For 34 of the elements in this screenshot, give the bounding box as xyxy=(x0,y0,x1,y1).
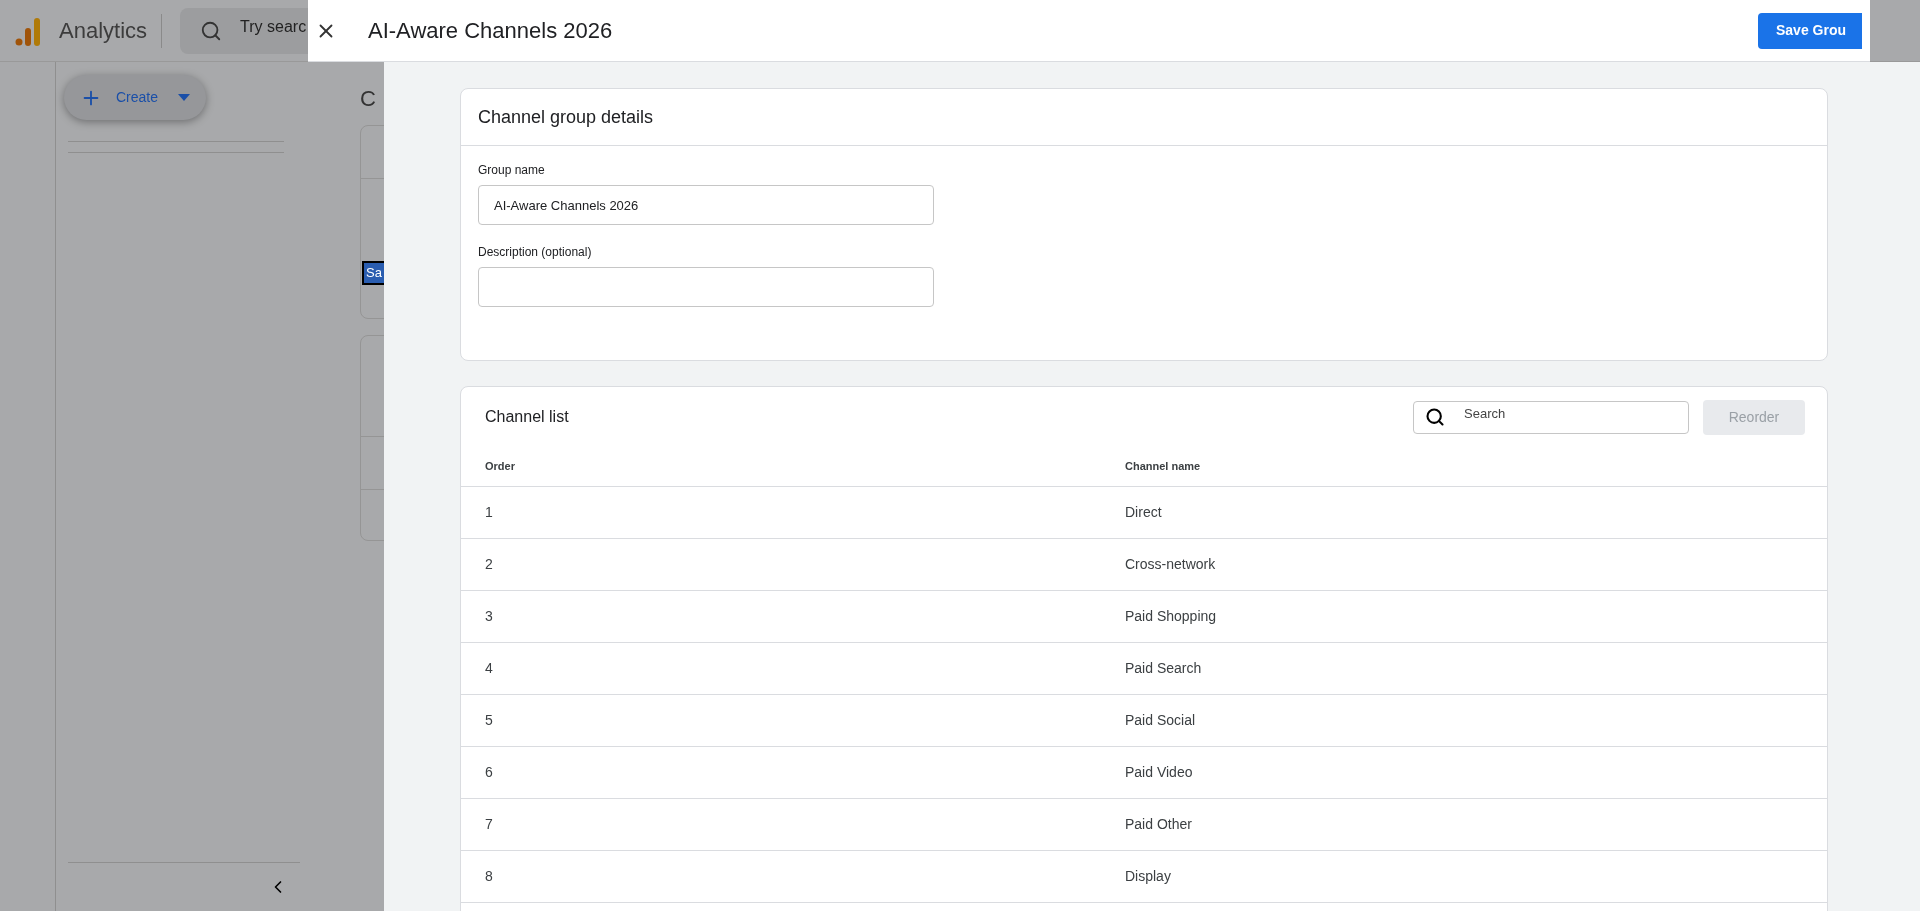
column-header: Channel name xyxy=(1125,459,1201,475)
channel-name-cell-text: Paid Social xyxy=(1125,711,1196,730)
order-cell-text: 8 xyxy=(485,867,494,886)
channel-name-cell-text: Paid Video xyxy=(1125,763,1193,782)
order-cell-text: 2 xyxy=(485,555,494,574)
channel-name-cell-text: Paid Other xyxy=(1125,815,1192,834)
order-cell-text: 4 xyxy=(485,659,494,678)
card-title: Channel list xyxy=(485,407,569,427)
order-cell-text: 6 xyxy=(485,763,494,782)
app-name: Analytics xyxy=(59,17,148,45)
channel-name-cell-text: Paid Shopping xyxy=(1125,607,1217,626)
column-header: Order xyxy=(485,459,516,475)
card-title: Channel group details xyxy=(478,105,654,129)
order-cell-text: 1 xyxy=(485,503,494,522)
save-group-button[interactable]: Save Grou xyxy=(1758,12,1862,49)
field-label: Group name xyxy=(478,162,546,179)
order-cell-text: 7 xyxy=(485,815,494,834)
caret-icon xyxy=(178,94,191,101)
channel-name-cell-text: Display xyxy=(1125,867,1171,886)
field-label: Description (optional) xyxy=(478,244,593,261)
analytics-logo-icon xyxy=(15,15,41,46)
channel-name-cell-text: Paid Search xyxy=(1125,659,1202,678)
dialog-title: AI-Aware Channels 2026 xyxy=(368,17,613,45)
page-title: C xyxy=(360,85,377,113)
search-icon xyxy=(200,19,223,42)
create-button[interactable]: Create xyxy=(64,75,206,120)
search-icon xyxy=(1425,406,1445,427)
text-field[interactable]: AI-Aware Channels 2026 xyxy=(478,185,934,225)
text-field[interactable] xyxy=(478,267,934,307)
channel-name-cell-text: Direct xyxy=(1125,503,1162,522)
channel-name-cell-text: Cross-network xyxy=(1125,555,1216,574)
order-cell-text: 3 xyxy=(485,607,494,626)
order-cell-text: 5 xyxy=(485,711,494,730)
search-field[interactable]: Search xyxy=(1413,400,1689,434)
